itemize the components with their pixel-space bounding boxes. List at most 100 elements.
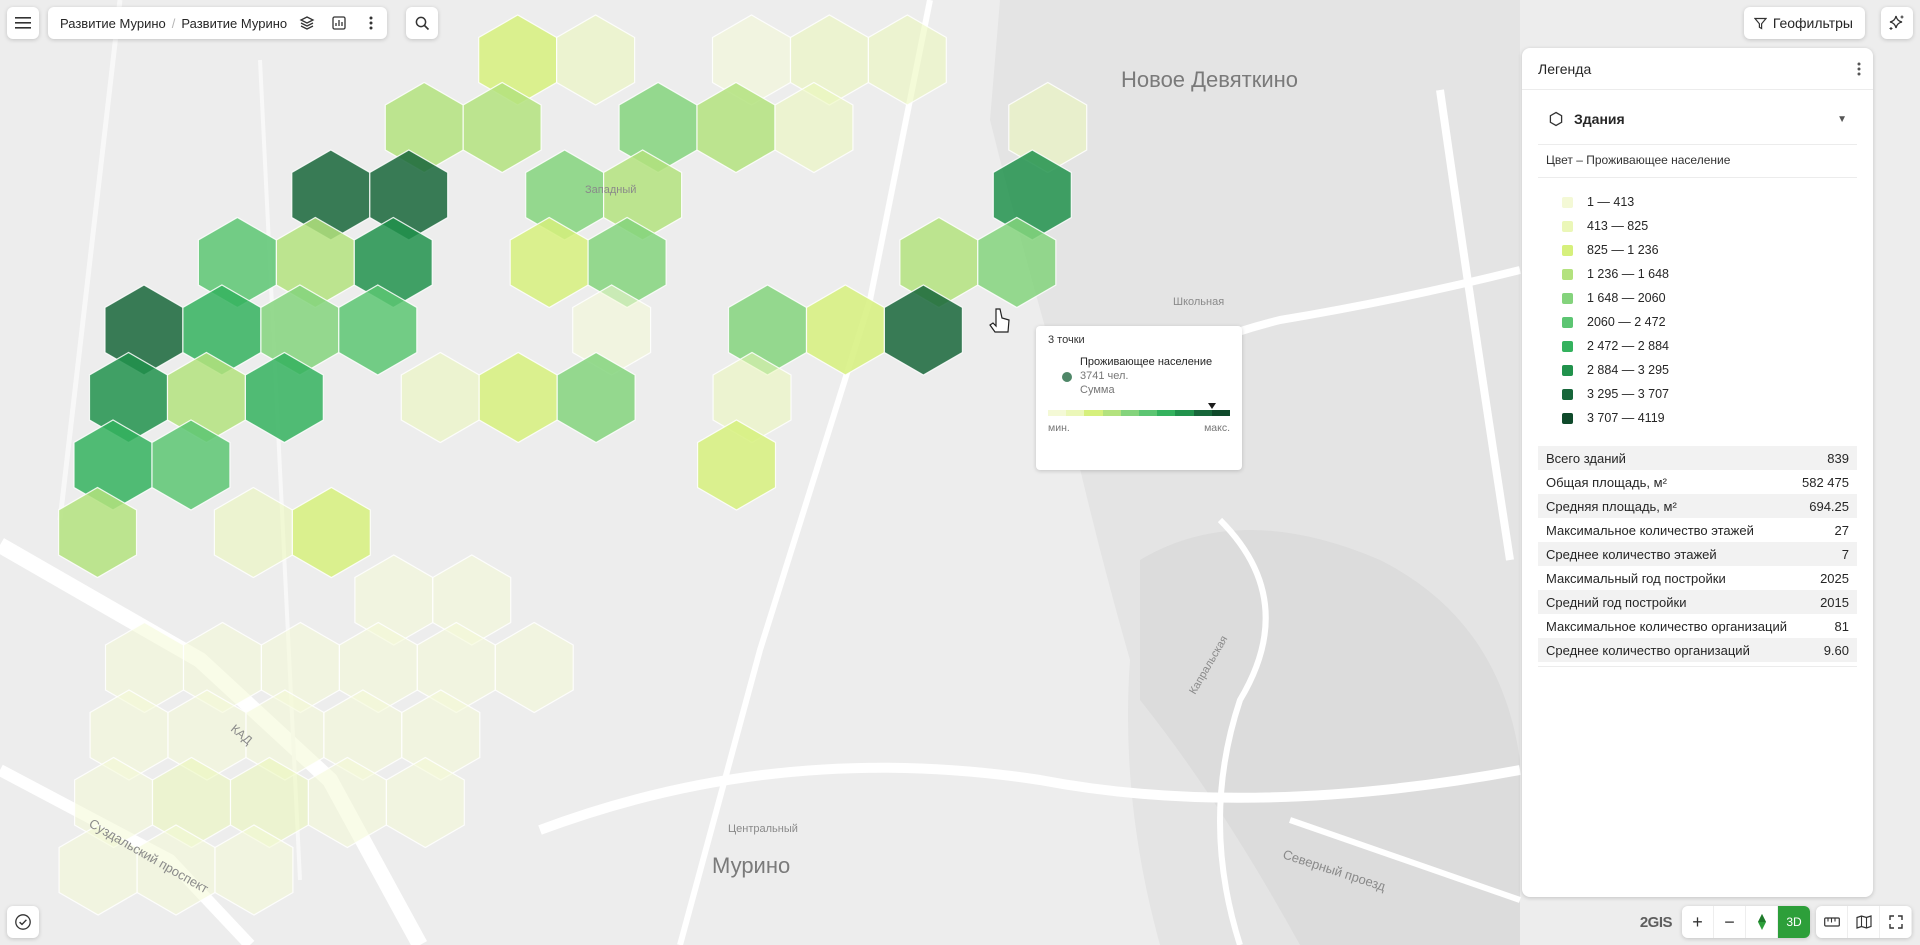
tooltip-scale-step [1084, 410, 1103, 416]
menu-button[interactable] [7, 7, 39, 39]
legend-range-item: 2 884 — 3 295 [1562, 358, 1857, 382]
stat-label: Максимальное количество этажей [1546, 522, 1754, 538]
legend-ranges: 1 — 413 413 — 825 825 — 1 236 1 236 — 1 … [1562, 190, 1857, 430]
tooltip-scale-step [1120, 410, 1140, 416]
stat-row: Максимальное количество организаций 81 [1538, 614, 1857, 638]
geofilters-label: Геофильтры [1772, 15, 1853, 31]
legend-range-label: 1 — 413 [1587, 195, 1635, 209]
legend-layer-name: Здания [1574, 111, 1625, 127]
more-button[interactable] [355, 7, 387, 39]
legend-range-label: 1 648 — 2060 [1587, 291, 1666, 305]
map-style-button[interactable] [1848, 906, 1880, 938]
geofilters-button[interactable]: Геофильтры [1743, 7, 1865, 39]
tooltip-min-label: мин. [1048, 422, 1070, 434]
search-button[interactable] [406, 7, 438, 39]
tooltip-scale-marker [1208, 403, 1216, 409]
stat-label: Среднее количество этажей [1546, 546, 1717, 562]
zoom-out-button[interactable]: − [1714, 906, 1746, 938]
stat-row: Максимальный год постройки 2025 [1538, 566, 1857, 590]
legend-range-label: 413 — 825 [1587, 219, 1649, 233]
legend-title: Легенда [1538, 60, 1592, 77]
legend-range-item: 3 707 — 4119 [1562, 406, 1857, 430]
zoom-in-button[interactable]: + [1682, 906, 1714, 938]
breadcrumb: Развитие Мурино / Развитие Мурино [48, 7, 388, 39]
tooltip-scale-step [1048, 410, 1067, 416]
tooltip-metric: Проживающее население [1080, 356, 1213, 368]
tooltip-scale-step [1157, 410, 1176, 416]
legend-range-label: 1 236 — 1 648 [1587, 267, 1670, 281]
stat-value: 2015 [1820, 594, 1849, 610]
more-vertical-icon[interactable] [1857, 62, 1861, 76]
brand-logo: 2GIS [1639, 913, 1673, 931]
map-tooltip: 3 точки Проживающее население 3741 чел. … [1036, 326, 1242, 470]
tooltip-color-dot [1062, 372, 1072, 382]
stat-row: Всего зданий 839 [1538, 446, 1857, 470]
stat-value: 9.60 [1823, 642, 1849, 658]
map-label-street: Школьная [1173, 296, 1224, 308]
tooltip-scale-labels: мин. макс. [1048, 422, 1230, 434]
tooltip-title: 3 точки [1048, 334, 1085, 346]
layers-button[interactable] [291, 7, 323, 39]
layers-icon [299, 16, 315, 30]
legend-range-label: 3 707 — 4119 [1587, 411, 1665, 425]
stat-row: Среднее количество организаций 9.60 [1538, 638, 1857, 662]
ai-assistant-button[interactable] [1881, 7, 1913, 39]
legend-range-label: 2060 — 2 472 [1587, 315, 1666, 329]
legend-stats: Всего зданий 839 Общая площадь, м² 582 475… [1538, 446, 1857, 662]
stat-value: 582 475 [1802, 474, 1849, 490]
ruler-button[interactable] [1816, 906, 1848, 938]
mode-3d-button[interactable]: 3D [1778, 906, 1810, 938]
stat-label: Средняя площадь, м² [1546, 498, 1677, 514]
legend-range-label: 825 — 1 236 [1587, 243, 1659, 257]
map-label-city-north: Новое Девяткино [1121, 67, 1298, 92]
legend-swatch [1562, 388, 1573, 400]
map-controls: 2GIS + − 3D [1640, 906, 1912, 938]
legend-swatch [1562, 196, 1573, 208]
stat-row: Общая площадь, м² 582 475 [1538, 470, 1857, 494]
status-button[interactable] [7, 906, 39, 938]
map-icon [1855, 915, 1872, 929]
legend-panel: Легенда Здания ▼ Цвет – Проживающее насе… [1522, 48, 1873, 897]
legend-swatch [1562, 316, 1573, 328]
legend-range-item: 825 — 1 236 [1562, 238, 1857, 262]
legend-range-item: 3 295 — 3 707 [1562, 382, 1857, 406]
compass-icon [1757, 914, 1766, 930]
map-label-street: Центральный [728, 823, 798, 835]
breadcrumb-item-dashboard[interactable]: Развитие Мурино [177, 16, 291, 31]
stat-row: Средняя площадь, м² 694.25 [1538, 494, 1857, 518]
stat-label: Общая площадь, м² [1546, 474, 1667, 490]
tooltip-scale-step [1102, 410, 1121, 416]
stat-row: Максимальное количество этажей 27 [1538, 518, 1857, 542]
tools-group [1816, 906, 1912, 938]
legend-swatch [1562, 412, 1573, 424]
legend-range-item: 413 — 825 [1562, 214, 1857, 238]
tooltip-scale-step [1211, 410, 1231, 416]
hexagon-icon [1549, 111, 1563, 127]
legend-range-item: 1 648 — 2060 [1562, 286, 1857, 310]
stat-value: 27 [1834, 522, 1849, 538]
stat-value: 7 [1841, 546, 1849, 562]
stat-label: Среднее количество организаций [1546, 642, 1750, 658]
tooltip-value: 3741 чел. [1080, 370, 1129, 382]
stat-value: 694.25 [1809, 498, 1849, 514]
legend-range-label: 2 884 — 3 295 [1587, 363, 1670, 377]
legend-swatch [1562, 220, 1573, 232]
compass-button[interactable] [1746, 906, 1778, 938]
legend-swatch [1562, 244, 1573, 256]
stat-value: 839 [1827, 450, 1849, 466]
tooltip-scale-step [1193, 410, 1212, 416]
tooltip-max-label: макс. [1204, 422, 1230, 434]
chevron-down-icon[interactable]: ▼ [1837, 114, 1847, 125]
check-circle-icon [15, 914, 31, 930]
tooltip-aggregation: Сумма [1080, 384, 1115, 396]
filter-icon [1753, 17, 1767, 30]
map-label-street: Западный [585, 184, 636, 196]
breadcrumb-item-project[interactable]: Развитие Мурино [56, 16, 170, 31]
legend-swatch [1562, 292, 1573, 304]
legend-swatch [1562, 268, 1573, 280]
divider [1538, 666, 1857, 667]
legend-layer-row[interactable]: Здания ▼ [1538, 104, 1857, 134]
chart-button[interactable] [323, 7, 355, 39]
fullscreen-button[interactable] [1880, 906, 1912, 938]
tooltip-scale-step [1066, 410, 1085, 416]
